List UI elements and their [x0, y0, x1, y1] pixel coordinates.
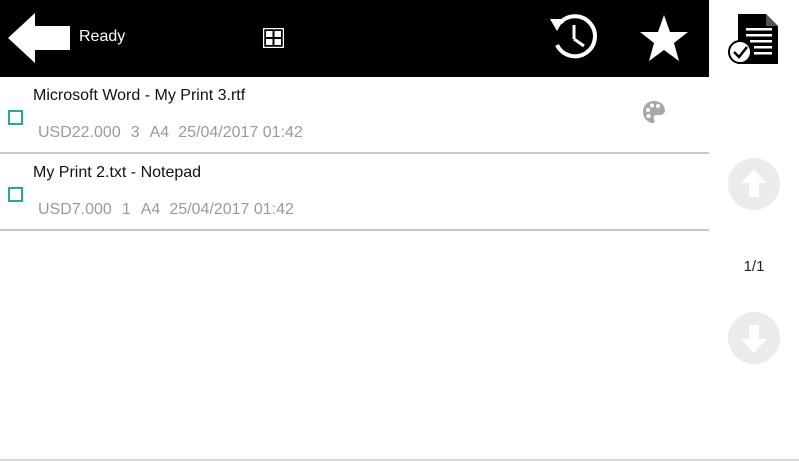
job-row[interactable]: Microsoft Word - My Print 3.rtf USD22.00…	[0, 77, 709, 154]
job-title: My Print 2.txt - Notepad	[33, 164, 202, 181]
job-price: USD22.000	[38, 124, 121, 141]
job-price: USD7.000	[38, 201, 112, 218]
arrow-up-icon	[741, 169, 767, 197]
my-documents-button[interactable]	[728, 12, 780, 66]
job-date: 25/04/2017 01:42	[178, 124, 303, 141]
grid-view-button[interactable]	[262, 27, 285, 49]
print-job-screen: Ready 1/1 Microsoft Word - My Print 3.rt…	[0, 0, 799, 461]
job-paper: A4	[140, 201, 161, 218]
job-checkbox[interactable]	[8, 187, 23, 202]
grid-icon	[262, 27, 285, 49]
history-icon	[550, 14, 597, 59]
document-check-icon	[728, 14, 778, 64]
scroll-up-button[interactable]	[728, 158, 780, 210]
job-row[interactable]: My Print 2.txt - Notepad USD7.000 1 A4 25/0…	[0, 154, 709, 231]
back-button[interactable]	[8, 13, 70, 63]
star-icon	[640, 15, 688, 61]
arrow-down-icon	[741, 325, 767, 353]
job-copies: 1	[121, 201, 131, 218]
back-arrow-icon	[8, 13, 70, 63]
scroll-down-button[interactable]	[728, 312, 780, 364]
page-indicator: 1/1	[743, 258, 765, 275]
job-paper: A4	[149, 124, 170, 141]
job-copies: 3	[130, 124, 140, 141]
favorites-button[interactable]	[638, 13, 690, 63]
status-text: Ready	[79, 28, 126, 45]
job-date: 25/04/2017 01:42	[169, 201, 294, 218]
job-meta: USD7.000 1 A4 25/04/2017 01:42	[38, 201, 304, 219]
job-title: Microsoft Word - My Print 3.rtf	[33, 87, 246, 104]
top-bar: Ready	[0, 0, 709, 77]
job-meta: USD22.000 3 A4 25/04/2017 01:42	[38, 124, 313, 142]
job-checkbox[interactable]	[8, 110, 23, 125]
palette-icon	[642, 100, 666, 124]
history-button[interactable]	[548, 13, 600, 63]
